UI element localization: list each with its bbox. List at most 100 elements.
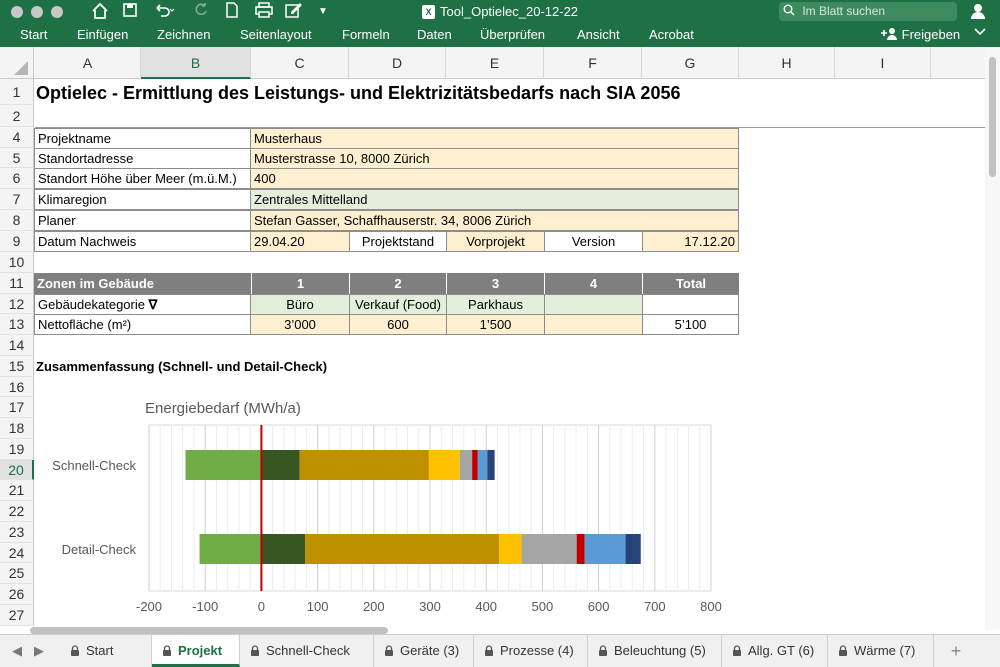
ribbon-tab-start[interactable]: Start: [20, 27, 47, 42]
user-account-icon[interactable]: [969, 2, 987, 22]
column-header-a[interactable]: A: [35, 47, 141, 79]
ribbon-tab-ueberpruefen[interactable]: Überprüfen: [480, 27, 545, 42]
sheet-tab-schnell-check[interactable]: Schnell-Check: [240, 635, 374, 667]
row-header-11[interactable]: 11: [0, 273, 34, 294]
undo-icon[interactable]: [153, 2, 175, 22]
sheet-search-input[interactable]: Im Blatt suchen: [779, 2, 957, 21]
column-header-f[interactable]: F: [544, 47, 642, 79]
zone-2-area[interactable]: 600: [349, 314, 447, 335]
row-header-14[interactable]: 14: [0, 335, 34, 356]
sheet-tab-beleuchtung[interactable]: Beleuchtung (5): [588, 635, 722, 667]
row-header-21[interactable]: 21: [0, 480, 34, 501]
sheet-tab-waerme[interactable]: Wärme (7): [828, 635, 934, 667]
add-sheet-button[interactable]: +: [946, 635, 966, 667]
sheet-tab-label: Projekt: [178, 643, 223, 658]
column-header-c[interactable]: C: [251, 47, 349, 79]
ribbon-tab-daten[interactable]: Daten: [417, 27, 452, 42]
row-header-16[interactable]: 16: [0, 377, 34, 397]
column-header-i[interactable]: I: [835, 47, 931, 79]
row-header-5[interactable]: 5: [0, 148, 34, 168]
next-sheet-icon[interactable]: ▶: [34, 643, 44, 659]
row-header-23[interactable]: 23: [0, 522, 34, 543]
zoom-window-button[interactable]: [51, 6, 63, 18]
ribbon-tab-zeichnen[interactable]: Zeichnen: [157, 27, 210, 42]
select-all-corner[interactable]: [0, 47, 34, 79]
sheet-tab-prozesse[interactable]: Prozesse (4): [474, 635, 588, 667]
zone-1-category[interactable]: Büro: [250, 294, 350, 315]
vertical-scrollbar[interactable]: [985, 47, 1000, 630]
x-tick-label: 200: [363, 599, 385, 614]
row-header-12[interactable]: 12: [0, 294, 34, 314]
lock-icon: [838, 636, 848, 656]
row-header-13[interactable]: 13: [0, 314, 34, 335]
redo-icon[interactable]: [193, 2, 209, 22]
climate-value[interactable]: Zentrales Mittelland: [250, 189, 739, 210]
row-header-27[interactable]: 27: [0, 605, 34, 626]
zone-4-category[interactable]: [544, 294, 643, 315]
home-icon[interactable]: [91, 2, 109, 22]
date-value[interactable]: 29.04.20: [250, 231, 350, 252]
ribbon-tab-formeln[interactable]: Formeln: [342, 27, 390, 42]
horizontal-scroll-thumb[interactable]: [30, 627, 388, 634]
ribbon-tab-acrobat[interactable]: Acrobat: [649, 27, 694, 42]
ribbon-tab-seitenlayout[interactable]: Seitenlayout: [240, 27, 312, 42]
sheet-tab-allg-gt[interactable]: Allg. GT (6): [722, 635, 828, 667]
row-header-25[interactable]: 25: [0, 563, 34, 584]
save-icon[interactable]: [122, 2, 138, 22]
version-value[interactable]: 17.12.20: [642, 231, 739, 252]
bar-segment-6: [584, 534, 626, 564]
row-header-6[interactable]: 6: [0, 168, 34, 189]
column-header-g[interactable]: G: [642, 47, 739, 79]
zone-3-category[interactable]: Parkhaus: [446, 294, 545, 315]
print-icon[interactable]: [255, 2, 273, 22]
collapse-ribbon-icon[interactable]: [974, 27, 986, 40]
row-header-19[interactable]: 19: [0, 439, 34, 460]
row-header-20[interactable]: 20: [0, 460, 34, 480]
row-header-1[interactable]: 1: [0, 79, 34, 105]
new-document-icon[interactable]: [225, 2, 239, 22]
edit-icon[interactable]: [285, 2, 303, 22]
height-value[interactable]: 400: [250, 168, 739, 189]
share-button[interactable]: Freigeben: [880, 27, 960, 42]
planner-value[interactable]: Stefan Gasser, Schaffhauserstr. 34, 8006…: [250, 210, 739, 231]
row-header-4[interactable]: 4: [0, 127, 34, 148]
row-header-8[interactable]: 8: [0, 210, 34, 231]
sheet-tab-label: Schnell-Check: [266, 643, 350, 658]
sheet-tab-start[interactable]: Start: [60, 635, 152, 667]
sheet-tab-projekt[interactable]: Projekt: [152, 635, 240, 667]
column-header-e[interactable]: E: [446, 47, 544, 79]
row-header-17[interactable]: 17: [0, 397, 34, 418]
row-header-2[interactable]: 2: [0, 105, 34, 127]
minimize-window-button[interactable]: [31, 6, 43, 18]
column-header-h[interactable]: H: [739, 47, 835, 79]
vertical-scroll-thumb[interactable]: [989, 57, 996, 177]
column-header-b[interactable]: B: [141, 47, 251, 79]
ribbon-tab-einfuegen[interactable]: Einfügen: [77, 27, 128, 42]
row-header-9[interactable]: 9: [0, 231, 34, 252]
zone-4-area[interactable]: [544, 314, 643, 335]
row-header-24[interactable]: 24: [0, 543, 34, 563]
worksheet-grid[interactable]: A B C D E F G H I 1 2 4 5 6 7 8 9 10 11 12 13 14 15 16…: [0, 47, 1000, 630]
sheet-tab-geraete[interactable]: Geräte (3): [374, 635, 474, 667]
search-icon: [783, 4, 798, 18]
zone-1-area[interactable]: 3’000: [250, 314, 350, 335]
stage-value[interactable]: Vorprojekt: [446, 231, 545, 252]
row-header-18[interactable]: 18: [0, 418, 34, 439]
energy-chart[interactable]: Energiebedarf (MWh/a) -200 -100 0 100 200 300…: [36, 395, 736, 627]
row-header-26[interactable]: 26: [0, 584, 34, 605]
ribbon-tab-ansicht[interactable]: Ansicht: [577, 27, 620, 42]
row-header-10[interactable]: 10: [0, 252, 34, 273]
zone-2-category[interactable]: Verkauf (Food): [349, 294, 447, 315]
project-name-value[interactable]: Musterhaus: [250, 128, 739, 149]
close-window-button[interactable]: [11, 6, 23, 18]
row-header-15[interactable]: 15: [0, 356, 34, 377]
row-header-7[interactable]: 7: [0, 189, 34, 210]
prev-sheet-icon[interactable]: ◀: [12, 643, 22, 659]
zone-3-area[interactable]: 1’500: [446, 314, 545, 335]
filter-icon[interactable]: ∇: [149, 297, 158, 312]
area-label: Nettofläche (m²): [34, 314, 251, 335]
customize-toolbar-icon[interactable]: ▼: [318, 2, 328, 22]
row-header-22[interactable]: 22: [0, 501, 34, 522]
column-header-d[interactable]: D: [349, 47, 446, 79]
address-value[interactable]: Musterstrasse 10, 8000 Zürich: [250, 148, 739, 169]
